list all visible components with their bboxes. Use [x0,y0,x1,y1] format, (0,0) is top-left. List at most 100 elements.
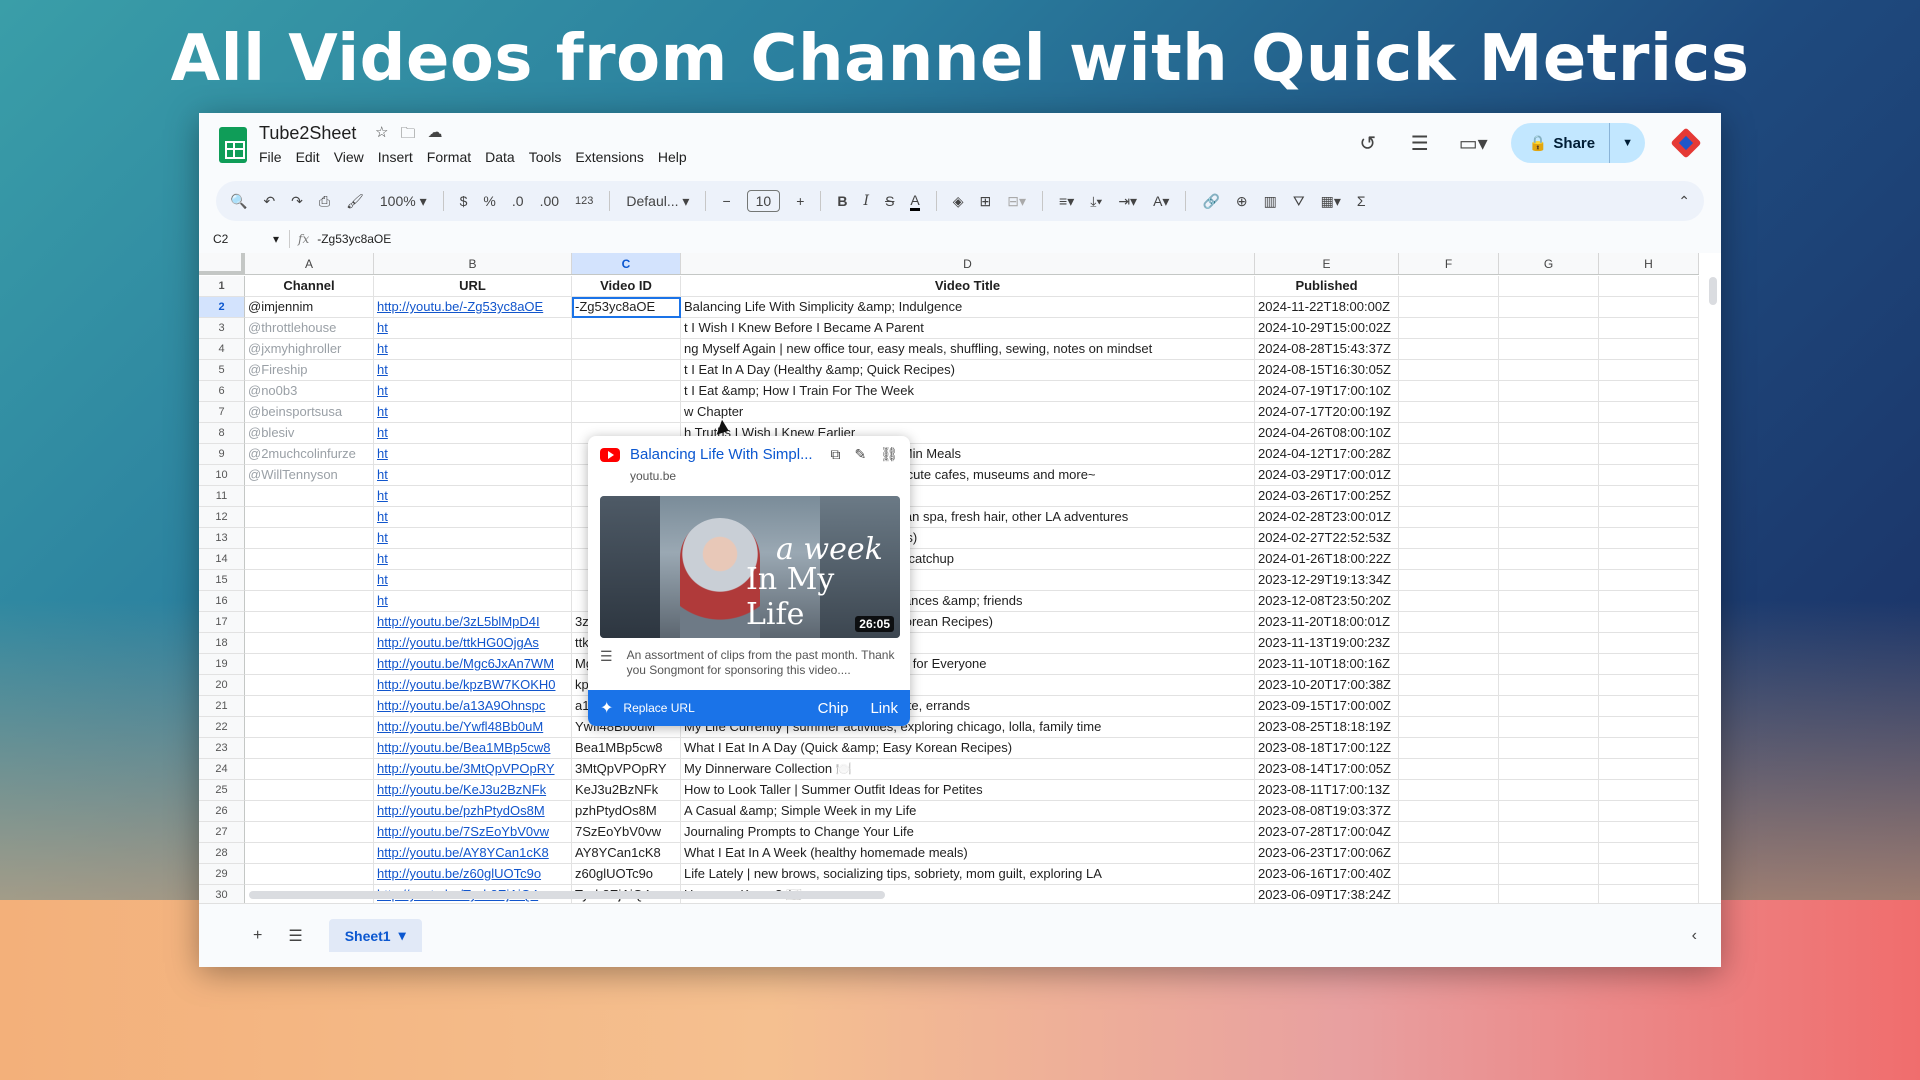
cell[interactable] [245,717,374,738]
cell[interactable]: My Dinnerware Collection 🍽️ [681,759,1255,780]
cell[interactable]: z60glUOTc9o [572,864,681,885]
row-number[interactable]: 6 [199,381,245,402]
cell[interactable]: 2023-09-15T17:00:00Z [1255,696,1399,717]
row-number[interactable]: 21 [199,696,245,717]
cell[interactable]: 2023-06-23T17:00:06Z [1255,843,1399,864]
cell[interactable] [1399,738,1499,759]
cell[interactable] [1499,507,1599,528]
cell[interactable]: Journaling Prompts to Change Your Life [681,822,1255,843]
menu-help[interactable]: Help [658,149,687,165]
row-number[interactable]: 4 [199,339,245,360]
select-all-corner[interactable] [199,253,245,275]
row-number[interactable]: 10 [199,465,245,486]
column-header-d[interactable]: D [681,253,1255,274]
meet-icon[interactable]: ▭▾ [1459,131,1488,156]
menu-view[interactable]: View [334,149,364,165]
font-select[interactable]: Defaul... ▾ [626,193,689,210]
strikethrough-icon[interactable]: S [885,193,894,209]
popup-video-title[interactable]: Balancing Life With Simpl... [630,446,820,463]
cell[interactable] [245,843,374,864]
cell[interactable] [1399,717,1499,738]
cell[interactable]: @jxmyhighroller [245,339,374,360]
cell[interactable] [1499,885,1599,903]
cell[interactable] [1399,423,1499,444]
column-header-h[interactable]: H [1599,253,1699,274]
sheet-tab[interactable]: Sheet1 ▾ [328,919,422,952]
cell[interactable]: Video Title [681,276,1255,297]
cell[interactable] [1599,591,1699,612]
cell[interactable]: 2023-06-09T17:38:24Z [1255,885,1399,903]
print-icon[interactable]: ⎙ [319,193,330,210]
cell[interactable] [1499,675,1599,696]
cell[interactable] [1499,318,1599,339]
name-box[interactable]: C2 ▾ [199,232,289,246]
cell[interactable] [1399,801,1499,822]
borders-icon[interactable]: ⊞ [980,193,992,210]
cell[interactable]: @WillTennyson [245,465,374,486]
document-title[interactable]: Tube2Sheet [259,123,356,144]
cell[interactable] [1499,297,1599,318]
cell[interactable]: 2023-08-25T18:18:19Z [1255,717,1399,738]
video-thumbnail[interactable]: a week In My Life 26:05 [600,496,900,638]
menu-tools[interactable]: Tools [529,149,562,165]
share-button[interactable]: 🔒 Share ▼ [1510,123,1645,163]
cell[interactable] [1499,612,1599,633]
cell[interactable] [245,696,374,717]
cell[interactable] [1599,759,1699,780]
cell[interactable]: http://youtu.be/a13A9Ohnspc [374,696,572,717]
cell[interactable] [1599,444,1699,465]
row-number[interactable]: 9 [199,444,245,465]
cell[interactable] [1599,402,1699,423]
cell[interactable] [1599,822,1699,843]
cell[interactable] [1599,738,1699,759]
cell[interactable] [1599,297,1699,318]
cell[interactable]: http://youtu.be/AY8YCan1cK8 [374,843,572,864]
row-number[interactable]: 15 [199,570,245,591]
cell[interactable] [1599,339,1699,360]
cell[interactable]: 2023-07-28T17:00:04Z [1255,822,1399,843]
cell[interactable]: How to Look Taller | Summer Outfit Ideas… [681,780,1255,801]
cell[interactable] [245,633,374,654]
cloud-status-icon[interactable]: ☁ [427,123,442,148]
column-header-a[interactable]: A [245,253,374,274]
addon-logo-icon[interactable] [1671,128,1701,158]
cell[interactable]: ht [374,591,572,612]
functions-icon[interactable]: Σ [1357,193,1366,209]
cell[interactable]: ht [374,465,572,486]
cell[interactable]: 2023-08-08T19:03:37Z [1255,801,1399,822]
cell[interactable] [1599,885,1699,903]
cell[interactable]: 2023-11-10T18:00:16Z [1255,654,1399,675]
filter-icon[interactable]: ⛛ [1293,193,1305,210]
row-number[interactable]: 25 [199,780,245,801]
cell[interactable] [1399,528,1499,549]
cell[interactable] [1399,591,1499,612]
cell[interactable]: @imjennim [245,297,374,318]
column-header-g[interactable]: G [1499,253,1599,274]
merge-cells-icon[interactable]: ⊟▾ [1007,193,1026,210]
comments-icon[interactable]: ☰ [1407,131,1433,156]
row-number[interactable]: 5 [199,360,245,381]
currency-button[interactable]: $ [460,193,468,209]
cell[interactable]: 2024-03-26T17:00:25Z [1255,486,1399,507]
cell[interactable]: What I Eat In A Week (healthy homemade m… [681,843,1255,864]
link-icon[interactable]: 🔗 [1202,193,1219,210]
cell[interactable] [1399,843,1499,864]
column-header-b[interactable]: B [374,253,572,274]
cell[interactable] [1599,801,1699,822]
menu-extensions[interactable]: Extensions [575,149,643,165]
search-icon[interactable]: 🔍 [230,193,247,210]
cell[interactable]: 2023-10-20T17:00:38Z [1255,675,1399,696]
link-button[interactable]: Link [870,700,898,717]
cell[interactable]: ht [374,528,572,549]
cell[interactable] [1599,465,1699,486]
cell[interactable]: Channel [245,276,374,297]
text-color-icon[interactable]: A [910,192,920,211]
cell[interactable] [1499,738,1599,759]
cell[interactable]: ht [374,570,572,591]
cell[interactable]: t I Eat In A Day (Healthy &amp; Quick Re… [681,360,1255,381]
cell[interactable] [1399,465,1499,486]
text-wrap-icon[interactable]: ⇥▾ [1118,193,1137,210]
cell[interactable]: pzhPtydOs8M [572,801,681,822]
cell[interactable] [1399,696,1499,717]
cell[interactable] [1399,654,1499,675]
